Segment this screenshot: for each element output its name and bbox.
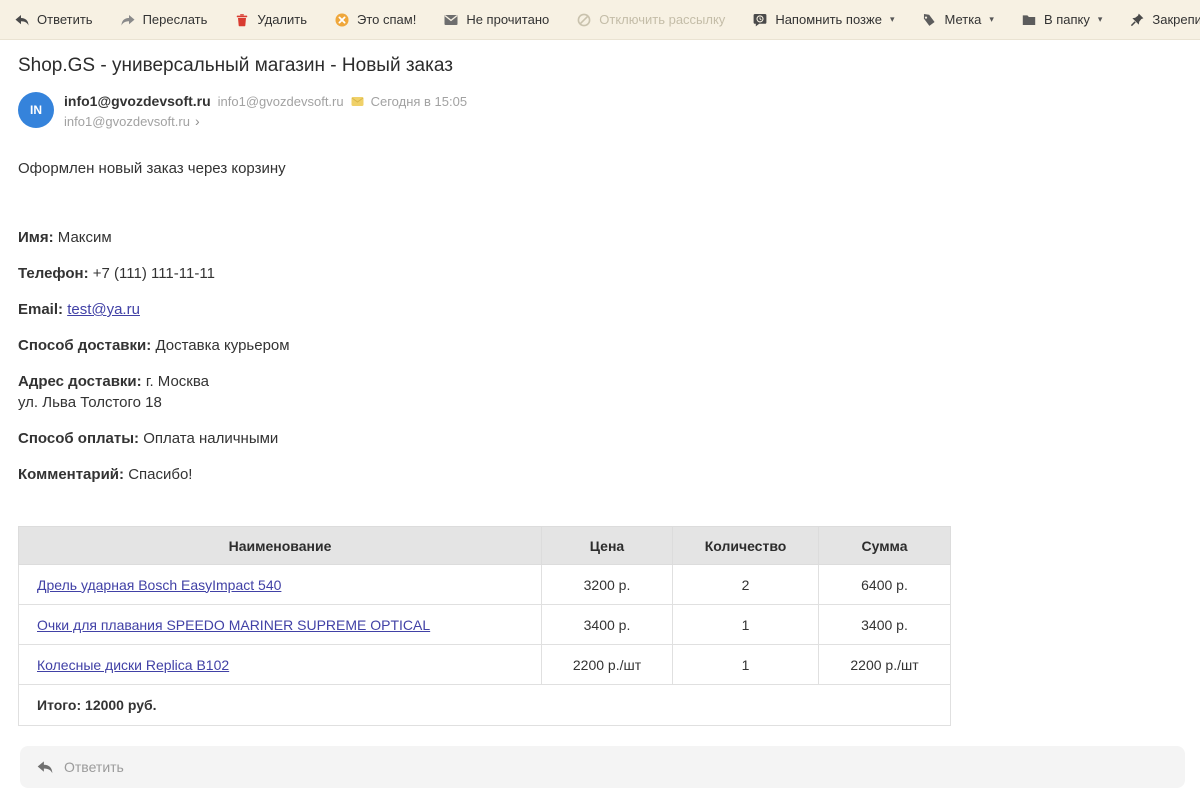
tag-icon: [921, 12, 937, 28]
reply-arrow-icon: [36, 758, 54, 776]
quick-reply-input[interactable]: Ответить: [20, 746, 1185, 788]
sum-cell: 2200 р./шт: [819, 645, 951, 685]
qty-cell: 1: [673, 605, 819, 645]
field-comment: Комментарий: Спасибо!: [18, 464, 1182, 485]
chevron-down-icon: ▾: [1098, 14, 1103, 25]
message-view: Shop.GS - универсальный магазин - Новый …: [0, 55, 1200, 726]
product-link[interactable]: Очки для плавания SPEEDO MARINER SUPREME…: [37, 617, 430, 633]
pin-button[interactable]: Закрепить: [1129, 12, 1200, 28]
spam-icon: [334, 12, 350, 28]
reply-to-address: info1@gvozdevsoft.ru: [64, 114, 190, 129]
move-to-folder-label: В папку: [1044, 12, 1090, 27]
label-label: Метка: [944, 12, 981, 27]
table-row: Очки для плавания SPEEDO MARINER SUPREME…: [19, 605, 951, 645]
field-name: Имя: Максим: [18, 227, 1182, 248]
folder-icon: [1021, 12, 1037, 28]
spam-label: Это спам!: [357, 12, 416, 27]
field-phone: Телефон: +7 (111) 111-11-11: [18, 263, 1182, 284]
avatar[interactable]: IN: [18, 92, 54, 128]
header-sum: Сумма: [819, 527, 951, 565]
table-row: Дрель ударная Bosch EasyImpact 540 3200 …: [19, 565, 951, 605]
field-delivery-address: Адрес доставки: г. Москваул. Льва Толсто…: [18, 371, 1182, 413]
reply-button[interactable]: Ответить: [14, 12, 93, 28]
chevron-down-icon: ▾: [989, 14, 994, 25]
product-link[interactable]: Дрель ударная Bosch EasyImpact 540: [37, 577, 281, 593]
message-date: Сегодня в 15:05: [371, 94, 467, 109]
table-header-row: Наименование Цена Количество Сумма: [19, 527, 951, 565]
field-email: Email: test@ya.ru: [18, 299, 1182, 320]
sum-cell: 3400 р.: [819, 605, 951, 645]
order-table: Наименование Цена Количество Сумма Дрель…: [18, 526, 951, 726]
table-row: Колесные диски Replica B102 2200 р./шт 1…: [19, 645, 951, 685]
envelope-icon: [443, 12, 459, 28]
unread-button[interactable]: Не прочитано: [443, 12, 549, 28]
label-button[interactable]: Метка ▾: [921, 12, 993, 28]
header-quantity: Количество: [673, 527, 819, 565]
delete-button[interactable]: Удалить: [234, 12, 307, 28]
header-product: Наименование: [19, 527, 542, 565]
order-fields: Имя: Максим Телефон: +7 (111) 111-11-11 …: [18, 227, 1182, 485]
field-payment-method: Способ оплаты: Оплата наличными: [18, 428, 1182, 449]
qty-cell: 2: [673, 565, 819, 605]
address-line2: ул. Льва Толстого 18: [18, 394, 162, 411]
forward-arrow-icon: [120, 12, 136, 28]
verified-stamp-icon: [351, 95, 364, 108]
sender-address: info1@gvozdevsoft.ru: [218, 94, 344, 109]
forward-label: Переслать: [143, 12, 208, 27]
chevron-down-icon: ▾: [890, 14, 895, 25]
reply-label: Ответить: [37, 12, 93, 27]
remind-clock-icon: [752, 12, 768, 28]
sender-block: IN info1@gvozdevsoft.ru info1@gvozdevsof…: [18, 92, 1182, 129]
move-to-folder-button[interactable]: В папку ▾: [1021, 12, 1102, 28]
remind-later-label: Напомнить позже: [775, 12, 882, 27]
product-link[interactable]: Колесные диски Replica B102: [37, 657, 229, 673]
mail-toolbar: Ответить Переслать Удалить Это спам! Не …: [0, 0, 1200, 40]
unsubscribe-icon: [576, 12, 592, 28]
forward-button[interactable]: Переслать: [120, 12, 208, 28]
order-total: Итого: 12000 руб.: [19, 685, 951, 726]
price-cell: 2200 р./шт: [542, 645, 673, 685]
unsubscribe-button: Отключить рассылку: [576, 12, 725, 28]
qty-cell: 1: [673, 645, 819, 685]
message-subject: Shop.GS - универсальный магазин - Новый …: [18, 55, 1182, 77]
delete-label: Удалить: [257, 12, 307, 27]
table-total-row: Итого: 12000 руб.: [19, 685, 951, 726]
price-cell: 3400 р.: [542, 605, 673, 645]
remind-later-button[interactable]: Напомнить позже ▾: [752, 12, 894, 28]
sender-name[interactable]: info1@gvozdevsoft.ru: [64, 93, 211, 109]
message-intro: Оформлен новый заказ через корзину: [18, 160, 1182, 177]
field-delivery-method: Способ доставки: Доставка курьером: [18, 335, 1182, 356]
reply-placeholder: Ответить: [64, 759, 124, 775]
header-price: Цена: [542, 527, 673, 565]
reply-arrow-icon: [14, 12, 30, 28]
unsubscribe-label: Отключить рассылку: [599, 12, 725, 27]
pin-label: Закрепить: [1152, 12, 1200, 27]
spam-button[interactable]: Это спам!: [334, 12, 416, 28]
expand-details-chevron[interactable]: ›: [195, 113, 200, 129]
trash-icon: [234, 12, 250, 28]
email-link[interactable]: test@ya.ru: [67, 301, 140, 318]
price-cell: 3200 р.: [542, 565, 673, 605]
sum-cell: 6400 р.: [819, 565, 951, 605]
pin-icon: [1129, 12, 1145, 28]
unread-label: Не прочитано: [466, 12, 549, 27]
